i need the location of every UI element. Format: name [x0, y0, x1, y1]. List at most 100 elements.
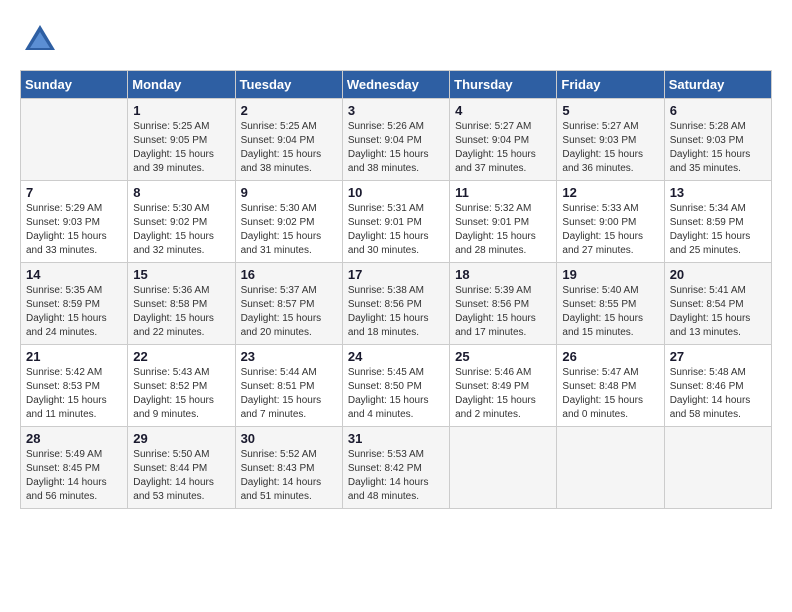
day-info: Sunrise: 5:52 AM Sunset: 8:43 PM Dayligh…: [241, 448, 337, 504]
day-number: 18: [455, 267, 551, 282]
calendar-cell: 29Sunrise: 5:50 AM Sunset: 8:44 PM Dayli…: [128, 427, 235, 509]
day-number: 21: [26, 349, 122, 364]
day-number: 7: [26, 185, 122, 200]
weekday-header: Thursday: [450, 71, 557, 99]
day-info: Sunrise: 5:40 AM Sunset: 8:55 PM Dayligh…: [562, 284, 658, 340]
calendar-cell: 15 Sunrise: 5:36 AM Sunset: 8:58 PM Dayli…: [128, 263, 235, 345]
calendar-cell: 12 Sunrise: 5:33 AM Sunset: 9:00 PM Dayli…: [557, 181, 664, 263]
day-number: 22: [133, 349, 229, 364]
day-info: Sunrise: 5:41 AM Sunset: 8:54 PM Dayligh…: [670, 284, 766, 340]
calendar-cell: 28 Sunrise: 5:49 AM Sunset: 8:45 PM Dayli…: [21, 427, 128, 509]
day-number: 28: [26, 431, 122, 446]
day-info: Sunrise: 5:26 AM Sunset: 9:04 PM Dayligh…: [348, 120, 444, 176]
day-number: 2: [241, 103, 337, 118]
page-header: [20, 20, 772, 60]
calendar-cell: 30 Sunrise: 5:52 AM Sunset: 8:43 PM Dayli…: [235, 427, 342, 509]
calendar-cell: 21 Sunrise: 5:42 AM Sunset: 8:53 PM Dayli…: [21, 345, 128, 427]
calendar-cell: 14Sunrise: 5:35 AM Sunset: 8:59 PM Dayli…: [21, 263, 128, 345]
calendar-cell: 13 Sunrise: 5:34 AM Sunset: 8:59 PM Dayli…: [664, 181, 771, 263]
day-info: Sunrise: 5:25 AM Sunset: 9:04 PM Dayligh…: [241, 120, 337, 176]
calendar-table: SundayMondayTuesdayWednesdayThursdayFrid…: [20, 70, 772, 509]
day-info: Sunrise: 5:27 AM Sunset: 9:03 PM Dayligh…: [562, 120, 658, 176]
calendar-cell: 16Sunrise: 5:37 AM Sunset: 8:57 PM Dayli…: [235, 263, 342, 345]
weekday-header: Tuesday: [235, 71, 342, 99]
day-number: 3: [348, 103, 444, 118]
calendar-cell: 10Sunrise: 5:31 AM Sunset: 9:01 PM Dayli…: [342, 181, 449, 263]
day-info: Sunrise: 5:43 AM Sunset: 8:52 PM Dayligh…: [133, 366, 229, 422]
day-number: 30: [241, 431, 337, 446]
calendar-cell: 1 Sunrise: 5:25 AM Sunset: 9:05 PM Daylig…: [128, 99, 235, 181]
day-number: 12: [562, 185, 658, 200]
day-info: Sunrise: 5:46 AM Sunset: 8:49 PM Dayligh…: [455, 366, 551, 422]
day-info: Sunrise: 5:36 AM Sunset: 8:58 PM Dayligh…: [133, 284, 229, 340]
day-info: Sunrise: 5:27 AM Sunset: 9:04 PM Dayligh…: [455, 120, 551, 176]
calendar-cell: 18 Sunrise: 5:39 AM Sunset: 8:56 PM Dayli…: [450, 263, 557, 345]
calendar-week-row: 28 Sunrise: 5:49 AM Sunset: 8:45 PM Dayli…: [21, 427, 772, 509]
day-info: Sunrise: 5:28 AM Sunset: 9:03 PM Dayligh…: [670, 120, 766, 176]
day-number: 13: [670, 185, 766, 200]
calendar-cell: 31 Sunrise: 5:53 AM Sunset: 8:42 PM Dayli…: [342, 427, 449, 509]
day-number: 29: [133, 431, 229, 446]
calendar-cell: 24 Sunrise: 5:45 AM Sunset: 8:50 PM Dayli…: [342, 345, 449, 427]
calendar-cell: 27Sunrise: 5:48 AM Sunset: 8:46 PM Dayli…: [664, 345, 771, 427]
day-info: Sunrise: 5:35 AM Sunset: 8:59 PM Dayligh…: [26, 284, 122, 340]
calendar-week-row: 14Sunrise: 5:35 AM Sunset: 8:59 PM Dayli…: [21, 263, 772, 345]
day-info: Sunrise: 5:39 AM Sunset: 8:56 PM Dayligh…: [455, 284, 551, 340]
calendar-week-row: 21 Sunrise: 5:42 AM Sunset: 8:53 PM Dayli…: [21, 345, 772, 427]
logo: [20, 20, 66, 60]
day-info: Sunrise: 5:45 AM Sunset: 8:50 PM Dayligh…: [348, 366, 444, 422]
day-number: 26: [562, 349, 658, 364]
day-info: Sunrise: 5:33 AM Sunset: 9:00 PM Dayligh…: [562, 202, 658, 258]
logo-icon: [20, 20, 60, 60]
calendar-cell: 11Sunrise: 5:32 AM Sunset: 9:01 PM Dayli…: [450, 181, 557, 263]
day-number: 6: [670, 103, 766, 118]
day-info: Sunrise: 5:38 AM Sunset: 8:56 PM Dayligh…: [348, 284, 444, 340]
day-info: Sunrise: 5:44 AM Sunset: 8:51 PM Dayligh…: [241, 366, 337, 422]
day-number: 9: [241, 185, 337, 200]
day-info: Sunrise: 5:42 AM Sunset: 8:53 PM Dayligh…: [26, 366, 122, 422]
day-info: Sunrise: 5:53 AM Sunset: 8:42 PM Dayligh…: [348, 448, 444, 504]
calendar-cell: [21, 99, 128, 181]
day-number: 10: [348, 185, 444, 200]
day-number: 31: [348, 431, 444, 446]
calendar-cell: 23 Sunrise: 5:44 AM Sunset: 8:51 PM Dayli…: [235, 345, 342, 427]
day-info: Sunrise: 5:37 AM Sunset: 8:57 PM Dayligh…: [241, 284, 337, 340]
day-number: 4: [455, 103, 551, 118]
weekday-header: Wednesday: [342, 71, 449, 99]
calendar-cell: 26Sunrise: 5:47 AM Sunset: 8:48 PM Dayli…: [557, 345, 664, 427]
day-info: Sunrise: 5:29 AM Sunset: 9:03 PM Dayligh…: [26, 202, 122, 258]
calendar-cell: [664, 427, 771, 509]
calendar-cell: 25 Sunrise: 5:46 AM Sunset: 8:49 PM Dayli…: [450, 345, 557, 427]
day-number: 27: [670, 349, 766, 364]
calendar-week-row: 1 Sunrise: 5:25 AM Sunset: 9:05 PM Daylig…: [21, 99, 772, 181]
day-number: 15: [133, 267, 229, 282]
day-info: Sunrise: 5:25 AM Sunset: 9:05 PM Dayligh…: [133, 120, 229, 176]
day-number: 1: [133, 103, 229, 118]
day-number: 25: [455, 349, 551, 364]
day-number: 11: [455, 185, 551, 200]
day-number: 5: [562, 103, 658, 118]
calendar-cell: 5 Sunrise: 5:27 AM Sunset: 9:03 PM Daylig…: [557, 99, 664, 181]
calendar-cell: 4 Sunrise: 5:27 AM Sunset: 9:04 PM Daylig…: [450, 99, 557, 181]
calendar-cell: 19Sunrise: 5:40 AM Sunset: 8:55 PM Dayli…: [557, 263, 664, 345]
calendar-cell: 22 Sunrise: 5:43 AM Sunset: 8:52 PM Dayli…: [128, 345, 235, 427]
day-info: Sunrise: 5:49 AM Sunset: 8:45 PM Dayligh…: [26, 448, 122, 504]
calendar-cell: [557, 427, 664, 509]
day-number: 24: [348, 349, 444, 364]
day-number: 8: [133, 185, 229, 200]
calendar-cell: 6 Sunrise: 5:28 AM Sunset: 9:03 PM Daylig…: [664, 99, 771, 181]
calendar-cell: 20 Sunrise: 5:41 AM Sunset: 8:54 PM Dayli…: [664, 263, 771, 345]
weekday-header: Friday: [557, 71, 664, 99]
day-info: Sunrise: 5:30 AM Sunset: 9:02 PM Dayligh…: [133, 202, 229, 258]
day-number: 20: [670, 267, 766, 282]
day-info: Sunrise: 5:30 AM Sunset: 9:02 PM Dayligh…: [241, 202, 337, 258]
weekday-header: Sunday: [21, 71, 128, 99]
day-number: 23: [241, 349, 337, 364]
calendar-cell: 7 Sunrise: 5:29 AM Sunset: 9:03 PM Daylig…: [21, 181, 128, 263]
calendar-cell: 2 Sunrise: 5:25 AM Sunset: 9:04 PM Daylig…: [235, 99, 342, 181]
day-info: Sunrise: 5:34 AM Sunset: 8:59 PM Dayligh…: [670, 202, 766, 258]
weekday-header: Monday: [128, 71, 235, 99]
calendar-cell: 8 Sunrise: 5:30 AM Sunset: 9:02 PM Daylig…: [128, 181, 235, 263]
calendar-cell: 3 Sunrise: 5:26 AM Sunset: 9:04 PM Daylig…: [342, 99, 449, 181]
calendar-cell: 9 Sunrise: 5:30 AM Sunset: 9:02 PM Daylig…: [235, 181, 342, 263]
